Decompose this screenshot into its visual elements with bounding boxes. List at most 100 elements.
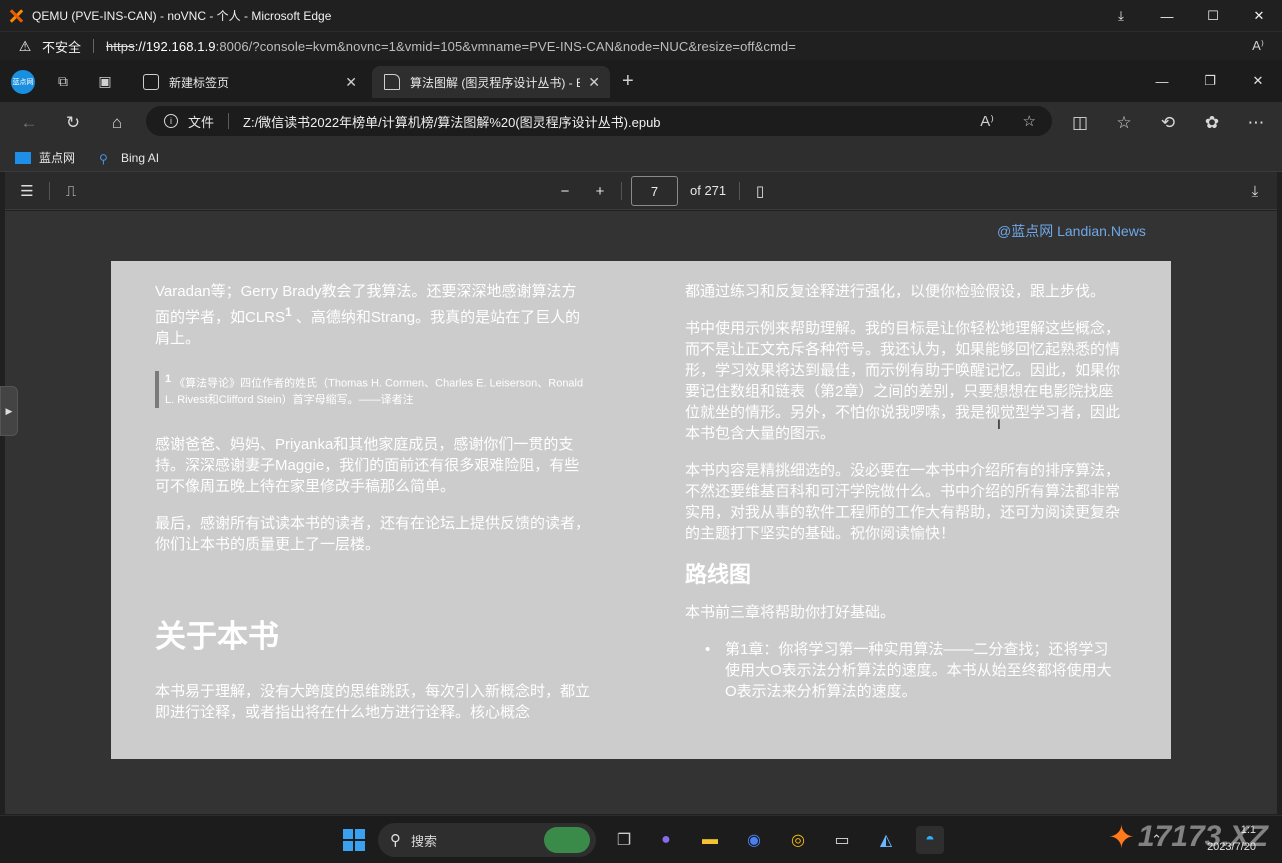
new-tab-icon[interactable]: + — [622, 70, 634, 93]
favorites-icon[interactable]: ☆ — [1113, 112, 1135, 134]
favorite-label: Bing AI — [121, 150, 160, 165]
tab-label: 新建标签页 — [169, 75, 230, 90]
tab-actions-icon[interactable]: ▣ — [95, 71, 115, 91]
reader-viewport[interactable]: @蓝点网 Landian.News Varadan等；Gerry Brady教会… — [5, 211, 1277, 814]
taskbar: ⚲ 搜索 ❐ ● ▬ ◉ ◎ ▭ ◭ ◓ ⌃ ✦ 1:1 2023/7/20 1… — [0, 815, 1282, 863]
tab-new-tab[interactable]: 新建标签页 ✕ — [131, 66, 367, 98]
divider — [93, 39, 95, 53]
page-number-input[interactable]: 7 — [631, 176, 678, 206]
bookmark-icon[interactable]: ⎍ — [61, 181, 81, 201]
close-button[interactable]: ✕ — [1234, 60, 1282, 102]
address-bar[interactable]: i 文件 Z:/微信读书2022年榜单/计算机榜/算法图解%20(图灵程序设计丛… — [146, 106, 1052, 136]
site-watermark-17173: 17173.XZ — [1137, 820, 1268, 853]
tab-strip: 蓝点网 ⧉ ▣ 新建标签页 ✕ 算法图解 (图灵程序设计丛书) - E ✕ + … — [0, 60, 1282, 102]
site-watermark: @蓝点网 Landian.News — [997, 223, 1146, 239]
favorite-label: 蓝点网 — [39, 151, 76, 165]
read-aloud-icon[interactable]: A⁾ — [1252, 38, 1264, 54]
chrome-canary-icon[interactable]: ◎ — [784, 826, 812, 854]
paragraph: 书中使用示例来帮助理解。我的目标是让你轻松地理解这些概念，而不是让正文充斥各种符… — [685, 320, 1121, 442]
page-view-icon[interactable]: ▯ — [750, 181, 770, 201]
list-item-text: 第1章：你将学习第一种实用算法——二分查找；还将学习使用大O表示法分析算法的速度… — [725, 641, 1112, 700]
back-icon[interactable]: ← — [18, 112, 40, 134]
landian-icon — [15, 151, 31, 164]
footnote-text: 《算法导论》四位作者的姓氏（Thomas H. Cormen、Charles E… — [165, 377, 584, 406]
proxmox-logo-icon — [8, 8, 24, 24]
read-aloud-icon[interactable]: A⁾ — [980, 112, 994, 130]
section-heading: 路线图 — [685, 562, 752, 587]
favorite-bing-ai[interactable]: ⚲ Bing AI — [99, 150, 160, 166]
edge-canary-icon[interactable]: ◓ — [916, 826, 944, 854]
window-title: QEMU (PVE-INS-CAN) - noVNC - 个人 - Micros… — [32, 9, 332, 23]
minimize-button[interactable]: — — [1138, 60, 1186, 102]
task-view-icon[interactable]: ❐ — [610, 826, 638, 854]
extensions-icon[interactable]: ✿ — [1201, 112, 1223, 134]
bullet-icon: • — [705, 641, 711, 658]
chat-icon[interactable]: ● — [652, 826, 680, 854]
taskbar-search[interactable]: ⚲ 搜索 — [378, 823, 596, 857]
insecure-label[interactable]: 不安全 — [42, 37, 81, 56]
favorite-landian[interactable]: 蓝点网 — [15, 149, 75, 166]
paragraph: 本书前三章将帮助你打好基础。 — [685, 604, 896, 621]
tab-close-icon[interactable]: ✕ — [345, 74, 357, 91]
novnc-sidebar-handle[interactable]: ▶ — [0, 386, 18, 436]
divider — [739, 182, 740, 200]
resource-monitor-icon[interactable]: ◭ — [872, 826, 900, 854]
address-path[interactable]: Z:/微信读书2022年榜单/计算机榜/算法图解%20(图灵程序设计丛书).ep… — [243, 112, 661, 131]
url-host: ://192.168.1.9 — [134, 38, 216, 54]
terminal-icon[interactable]: ▭ — [828, 826, 856, 854]
zoom-out-icon[interactable]: − — [555, 181, 575, 201]
file-label: 文件 — [188, 114, 215, 130]
footnote-ref[interactable]: 1 — [285, 305, 292, 319]
info-icon[interactable]: i — [164, 114, 178, 128]
file-explorer-icon[interactable]: ▬ — [696, 826, 724, 854]
search-icon: ⚲ — [99, 151, 108, 166]
document-icon — [384, 74, 400, 90]
outer-titlebar: QEMU (PVE-INS-CAN) - noVNC - 个人 - Micros… — [0, 0, 1282, 32]
paragraph: 都通过练习和反复诠释进行强化，以便你检验假设，跟上步伐。 — [685, 283, 1106, 300]
more-menu-icon[interactable]: ⋯ — [1245, 112, 1267, 134]
nav-bar: ← ↻ ⌂ i 文件 Z:/微信读书2022年榜单/计算机榜/算法图解%20(图… — [0, 102, 1282, 144]
left-column: Varadan等；Gerry Brady教会了我算法。还要深深地感谢算法方面的学… — [155, 281, 591, 739]
paragraph: 本书内容是精挑细选的。没必要在一本书中介绍所有的排序算法，不然还要维基百科和可汗… — [685, 462, 1121, 542]
url-rest: :8006/?console=kvm&novnc=1&vmid=105&vmna… — [215, 38, 796, 54]
book-page: Varadan等；Gerry Brady教会了我算法。还要深深地感谢算法方面的学… — [111, 261, 1171, 759]
search-icon: ⚲ — [390, 832, 401, 849]
paragraph: 本书易于理解，没有大跨度的思维跳跃，每次引入新概念时，都立即进行诠释，或者指出将… — [155, 682, 591, 721]
page-total: of 271 — [690, 183, 727, 198]
tab-close-icon[interactable]: ✕ — [588, 74, 600, 91]
history-icon[interactable]: ⟲ — [1157, 112, 1179, 134]
new-tab-page-icon — [143, 74, 159, 90]
minimize-button[interactable]: — — [1144, 0, 1190, 32]
zoom-in-icon[interactable]: + — [590, 181, 610, 201]
list-item: • 第1章：你将学习第一种实用算法——二分查找；还将学习使用大O表示法分析算法的速… — [705, 639, 1121, 702]
paragraph: 感谢爸爸、妈妈、Priyanka和其他家庭成员，感谢你们一贯的支持。深深感谢妻子… — [155, 435, 580, 495]
paragraph: Varadan等；Gerry Brady教会了我算法。还要深深地感谢算法方面的学… — [155, 281, 591, 349]
search-label: 搜索 — [411, 833, 438, 849]
download-icon[interactable]: ⤓ — [1245, 181, 1265, 201]
split-screen-icon[interactable]: ◫ — [1069, 112, 1091, 134]
workspaces-icon[interactable]: ⧉ — [53, 71, 73, 91]
downloads-icon[interactable]: ⤓ — [1098, 0, 1144, 32]
vm-screen[interactable]: 蓝点网 ⧉ ▣ 新建标签页 ✕ 算法图解 (图灵程序设计丛书) - E ✕ + … — [0, 60, 1282, 863]
outer-address-bar: ⚠ 不安全 https://192.168.1.9:8006/?console=… — [0, 32, 1282, 60]
favorite-star-icon[interactable]: ☆ — [1023, 112, 1036, 130]
home-icon[interactable]: ⌂ — [106, 112, 128, 134]
window-controls: ⤓ — ☐ ✕ — [1098, 0, 1282, 32]
search-highlight-icon — [544, 827, 590, 853]
tab-epub[interactable]: 算法图解 (图灵程序设计丛书) - E ✕ — [372, 66, 610, 98]
firefox-icon[interactable]: ◉ — [740, 826, 768, 854]
close-button[interactable]: ✕ — [1236, 0, 1282, 32]
profile-avatar[interactable]: 蓝点网 — [11, 70, 35, 94]
paragraph: 最后，感谢所有试读本书的读者，还有在论坛上提供反馈的读者，你们让本书的质量更上了… — [155, 514, 591, 553]
divider — [621, 182, 622, 200]
url-scheme: https — [106, 38, 135, 54]
contents-icon[interactable]: ☰ — [17, 181, 37, 201]
divider — [228, 113, 230, 129]
start-button[interactable] — [342, 828, 366, 852]
favorites-bar: 蓝点网 ⚲ Bing AI — [0, 144, 1282, 172]
maximize-button[interactable]: ☐ — [1190, 0, 1236, 32]
warning-icon[interactable]: ⚠ — [18, 38, 32, 54]
url-field[interactable]: https://192.168.1.9:8006/?console=kvm&no… — [106, 39, 796, 54]
refresh-icon[interactable]: ↻ — [62, 112, 84, 134]
restore-button[interactable]: ❐ — [1186, 60, 1234, 102]
